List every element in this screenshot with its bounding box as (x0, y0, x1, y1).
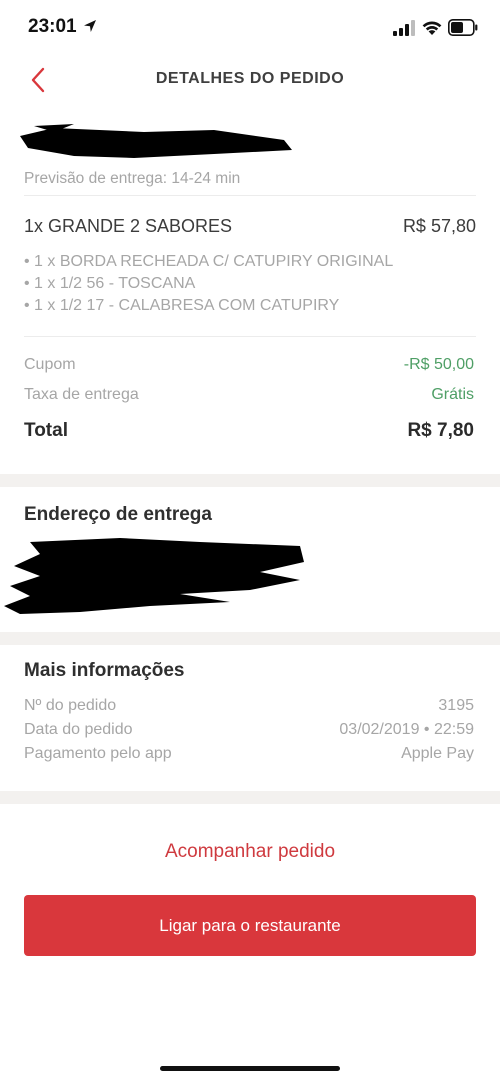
delivery-fee-value: Grátis (431, 386, 474, 403)
location-arrow-icon (84, 20, 96, 32)
item-option: • 1 x 1/2 17 - CALABRESA COM CATUPIRY (24, 297, 340, 314)
payment-method-label: Pagamento pelo app (24, 745, 172, 762)
home-indicator (160, 1066, 340, 1071)
delivery-estimate: Previsão de entrega: 14-24 min (24, 170, 241, 187)
order-date-label: Data do pedido (24, 721, 133, 738)
divider (24, 336, 476, 337)
order-number-label: Nº do pedido (24, 697, 117, 714)
page-title: DETALHES DO PEDIDO (155, 70, 345, 87)
track-order-button[interactable]: Acompanhar pedido (0, 841, 500, 863)
total-label: Total (24, 420, 68, 441)
navigation-bar: DETALHES DO PEDIDO (0, 58, 500, 102)
restaurant-name-redacted (20, 124, 292, 158)
coupon-value: -R$ 50,00 (403, 356, 474, 373)
section-separator (0, 791, 500, 804)
status-bar: 23:01 (0, 0, 500, 58)
call-restaurant-button[interactable]: Ligar para o restaurante (24, 895, 476, 956)
address-section-title: Endereço de entrega (24, 504, 212, 525)
section-separator (0, 474, 500, 487)
cellular-signal-icon (393, 20, 415, 36)
order-number-value: 3195 (438, 697, 474, 714)
total-value: R$ 7,80 (407, 420, 474, 441)
divider (24, 195, 476, 196)
battery-icon (448, 19, 478, 36)
address-redacted (4, 538, 304, 614)
payment-method-value: Apple Pay (401, 745, 474, 762)
order-item-name: 1x GRANDE 2 SABORES (24, 216, 233, 236)
order-item-price: R$ 57,80 (402, 216, 476, 236)
coupon-label: Cupom (24, 356, 76, 373)
item-option: • 1 x BORDA RECHEADA C/ CATUPIRY ORIGINA… (24, 253, 394, 270)
wifi-icon (422, 21, 442, 35)
order-date-value: 03/02/2019 • 22:59 (339, 721, 474, 738)
item-option: • 1 x 1/2 56 - TOSCANA (24, 275, 196, 292)
more-info-section-title: Mais informações (24, 660, 185, 681)
delivery-fee-label: Taxa de entrega (24, 386, 139, 403)
status-time: 23:01 (28, 16, 77, 37)
section-separator (0, 632, 500, 645)
